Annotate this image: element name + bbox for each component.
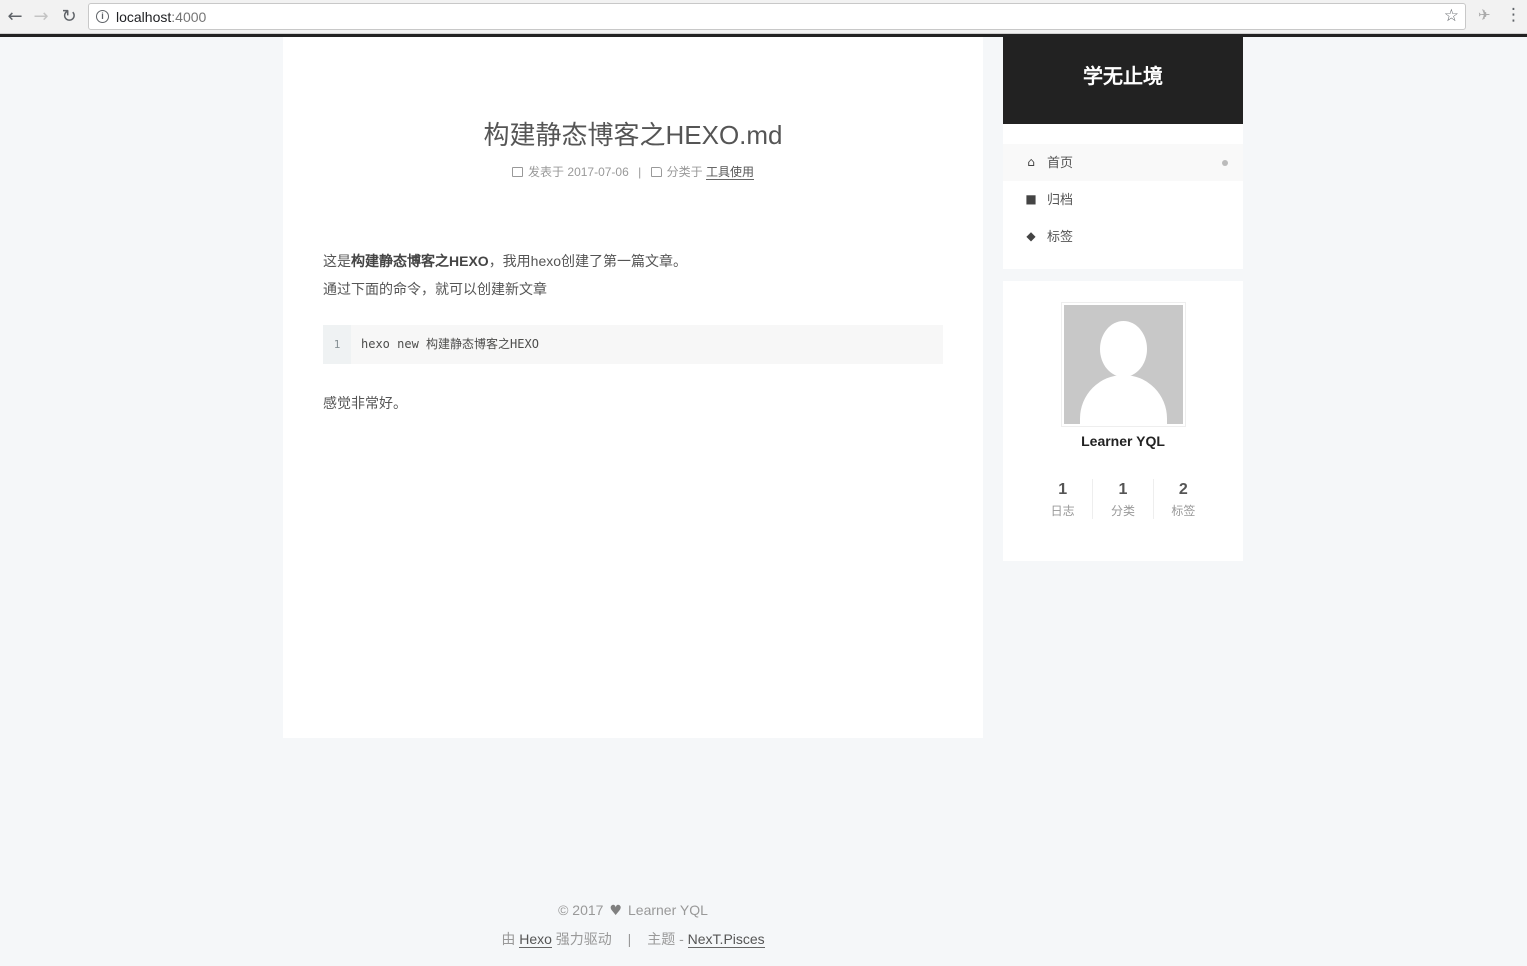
menu-item-label: 归档	[1047, 192, 1074, 207]
bookmark-star-icon[interactable]: ☆	[1444, 6, 1459, 26]
home-icon: ⌂	[1027, 155, 1035, 169]
meta-separator: |	[638, 165, 642, 179]
menu-item-archive[interactable]: ■ 归档	[1003, 181, 1243, 218]
reload-icon[interactable]: ↻	[58, 5, 80, 27]
post-date: 2017-07-06	[567, 165, 629, 179]
calendar-icon	[512, 167, 524, 177]
menu-item-tags[interactable]: ◆ 标签	[1003, 218, 1243, 255]
extension-icon[interactable]: ✈	[1478, 6, 1491, 24]
category-link[interactable]: 工具使用	[705, 165, 754, 180]
post-body: 这是构建静态博客之HEXO，我用hexo创建了第一篇文章。 通过下面的命令，就可…	[323, 247, 943, 303]
tags-icon: ◆	[1026, 229, 1036, 243]
theme-prefix: 主题 -	[647, 931, 684, 947]
code-line: hexo new 构建静态博客之HEXO	[361, 337, 539, 351]
menu-item-label: 标签	[1047, 229, 1074, 244]
author-panel: Learner YQL 1 日志 1 分类 2 标签	[1003, 281, 1243, 561]
stat-label: 日志	[1050, 504, 1075, 518]
address-bar[interactable]: i localhost:4000 ☆	[88, 3, 1466, 30]
hexo-link[interactable]: Hexo	[519, 931, 552, 948]
stat-label: 分类	[1110, 504, 1135, 518]
category-label: 分类于	[666, 165, 703, 179]
site-brand[interactable]: 学无止境	[1003, 37, 1243, 124]
post-paragraph: 感觉非常好。	[323, 395, 407, 411]
site-footer: © 2017 ♥ Learner YQL 由 Hexo 强力驱动 | 主题 - Ne…	[283, 896, 983, 953]
sidebar-menu: ⌂ 首页 ■ 归档 ◆ 标签	[1003, 124, 1243, 269]
stat-label: 标签	[1171, 504, 1196, 518]
menu-item-label: 首页	[1047, 155, 1074, 170]
author-name: Learner YQL	[1081, 433, 1165, 449]
copyright-text: © 2017	[558, 902, 604, 918]
archive-icon: ■	[1025, 192, 1037, 206]
heart-icon: ♥	[609, 903, 622, 919]
code-block: 1 hexo new 构建静态博客之HEXO	[323, 325, 943, 364]
code-line-number: 1	[323, 325, 351, 364]
stat-posts[interactable]: 1 日志	[1033, 479, 1092, 519]
author-stats: 1 日志 1 分类 2 标签	[1033, 479, 1213, 519]
post-title[interactable]: 构建静态博客之HEXO.md	[283, 115, 983, 152]
info-icon[interactable]: i	[96, 10, 109, 23]
browser-toolbar: ← → ↻ i localhost:4000 ☆ ✈ ⋮	[0, 0, 1527, 34]
avatar	[1061, 302, 1186, 427]
forward-arrow-icon[interactable]: →	[30, 5, 52, 27]
powered-suffix: 强力驱动	[555, 931, 612, 947]
menu-item-home[interactable]: ⌂ 首页	[1003, 144, 1243, 181]
posted-label: 发表于	[528, 165, 565, 179]
active-indicator	[1222, 160, 1228, 166]
back-arrow-icon[interactable]: ←	[4, 5, 26, 27]
footer-copyright-line: © 2017 ♥ Learner YQL	[283, 896, 983, 925]
stat-count: 1	[1058, 481, 1068, 498]
theme-link[interactable]: NexT.Pisces	[687, 931, 765, 948]
footer-author: Learner YQL	[628, 902, 708, 918]
stat-count: 2	[1178, 481, 1188, 498]
browser-menu-icon[interactable]: ⋮	[1505, 5, 1522, 25]
post-paragraph: 这是构建静态博客之HEXO，我用hexo创建了第一篇文章。	[323, 253, 688, 269]
folder-icon	[650, 167, 662, 177]
stat-tags[interactable]: 2 标签	[1152, 479, 1213, 519]
post-panel: 构建静态博客之HEXO.md 发表于 2017-07-06 | 分类于 工具使用…	[283, 37, 983, 738]
post-paragraph: 通过下面的命令，就可以创建新文章	[323, 281, 547, 297]
footer-separator: |	[627, 931, 632, 947]
footer-powered-line: 由 Hexo 强力驱动 | 主题 - NexT.Pisces	[283, 925, 983, 953]
url-text: localhost:4000	[116, 9, 207, 25]
stat-count: 1	[1118, 481, 1128, 498]
powered-prefix: 由	[501, 931, 516, 947]
post-meta: 发表于 2017-07-06 | 分类于 工具使用	[283, 163, 983, 180]
stat-categories[interactable]: 1 分类	[1092, 479, 1152, 519]
user-placeholder-icon	[1064, 305, 1183, 424]
